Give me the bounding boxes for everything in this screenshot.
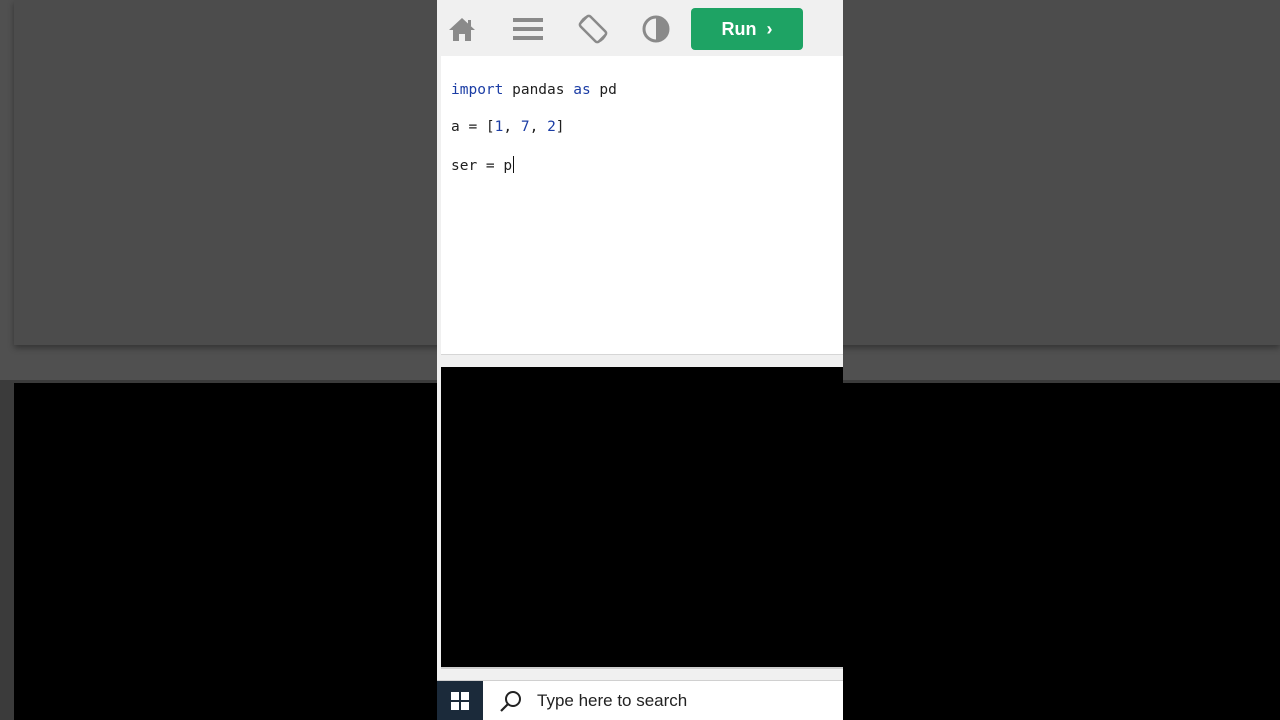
home-icon[interactable] bbox=[445, 13, 479, 45]
code-text: pd bbox=[590, 82, 617, 98]
search-icon bbox=[491, 681, 531, 720]
toolbar: Run › bbox=[437, 0, 843, 58]
keyword-as: as bbox=[573, 82, 591, 98]
code-text: , bbox=[529, 119, 548, 135]
code-text: ser = p bbox=[451, 158, 513, 174]
code-line-3: ser = p bbox=[451, 156, 515, 174]
code-text: pandas bbox=[503, 82, 574, 98]
chevron-right-icon: › bbox=[766, 18, 773, 39]
run-button-label: Run bbox=[721, 18, 757, 39]
rotate-screen-icon[interactable] bbox=[576, 13, 610, 45]
number-literal: 2 bbox=[547, 119, 556, 135]
code-text: ] bbox=[555, 119, 565, 135]
windows-logo-icon bbox=[451, 692, 469, 710]
code-text: , bbox=[503, 119, 521, 135]
output-console bbox=[441, 367, 843, 669]
search-placeholder: Type here to search bbox=[537, 691, 688, 710]
contrast-icon[interactable] bbox=[639, 13, 673, 45]
menu-icon[interactable] bbox=[511, 13, 545, 45]
taskbar-search-box[interactable]: Type here to search bbox=[483, 681, 843, 720]
code-line-2: a = [1, 7, 2] bbox=[451, 119, 565, 135]
splitter[interactable] bbox=[437, 355, 843, 367]
keyword-import: import bbox=[451, 82, 504, 98]
number-literal: 7 bbox=[520, 119, 530, 135]
code-text: a = [ bbox=[451, 119, 495, 135]
code-line-1: import pandas as pd bbox=[451, 82, 617, 98]
text-caret bbox=[513, 156, 515, 173]
start-button[interactable] bbox=[437, 681, 483, 720]
taskbar: Type here to search bbox=[437, 680, 843, 720]
run-button[interactable]: Run › bbox=[691, 8, 803, 50]
code-editor[interactable]: import pandas as pd a = [1, 7, 2] ser = … bbox=[441, 56, 843, 355]
code-app: Run › import pandas as pd a = [1, 7, 2] … bbox=[437, 0, 843, 720]
